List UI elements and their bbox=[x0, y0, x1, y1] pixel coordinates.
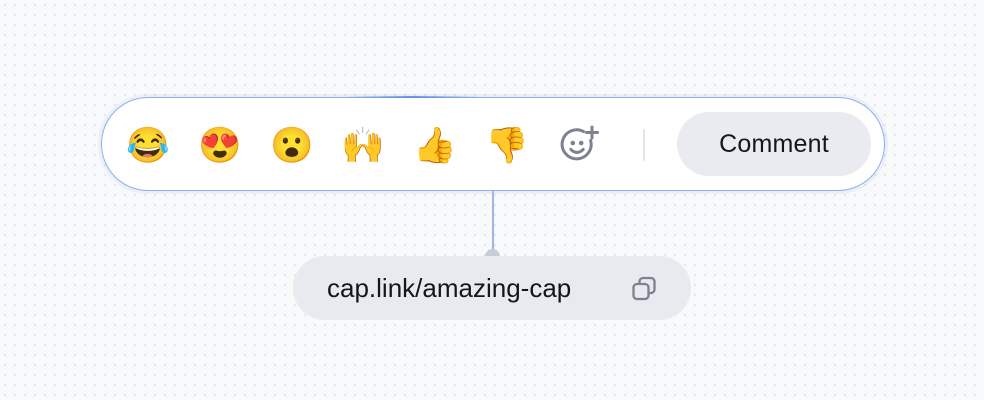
copy-icon[interactable] bbox=[630, 275, 658, 303]
open-mouth-emoji-icon: 😮 bbox=[270, 125, 314, 165]
connector-line bbox=[492, 191, 494, 257]
reaction-heart-eyes-button[interactable]: 😍 bbox=[197, 122, 243, 168]
thumbs-down-emoji-icon: 👎 bbox=[485, 125, 529, 165]
comment-button[interactable]: Comment bbox=[677, 112, 871, 176]
add-reaction-button[interactable] bbox=[556, 122, 602, 168]
heart-eyes-emoji-icon: 😍 bbox=[198, 125, 242, 165]
reaction-raising-hands-button[interactable]: 🙌 bbox=[340, 122, 386, 168]
tears-of-joy-emoji-icon: 😂 bbox=[126, 125, 170, 165]
reaction-open-mouth-button[interactable]: 😮 bbox=[269, 122, 315, 168]
thumbs-up-emoji-icon: 👍 bbox=[413, 125, 457, 165]
toolbar-divider bbox=[643, 129, 645, 161]
raising-hands-emoji-icon: 🙌 bbox=[341, 125, 385, 165]
reaction-toolbar: 😂 😍 😮 🙌 👍 👎 Comment bbox=[101, 96, 885, 191]
share-link-text[interactable]: cap.link/amazing-cap bbox=[327, 256, 571, 320]
toolbar-highlight bbox=[342, 96, 482, 98]
reaction-thumbs-down-button[interactable]: 👎 bbox=[484, 122, 530, 168]
reaction-thumbs-up-button[interactable]: 👍 bbox=[412, 122, 458, 168]
share-link-pill[interactable]: cap.link/amazing-cap bbox=[293, 256, 691, 320]
add-reaction-icon bbox=[560, 125, 599, 161]
reaction-tears-of-joy-button[interactable]: 😂 bbox=[125, 122, 171, 168]
